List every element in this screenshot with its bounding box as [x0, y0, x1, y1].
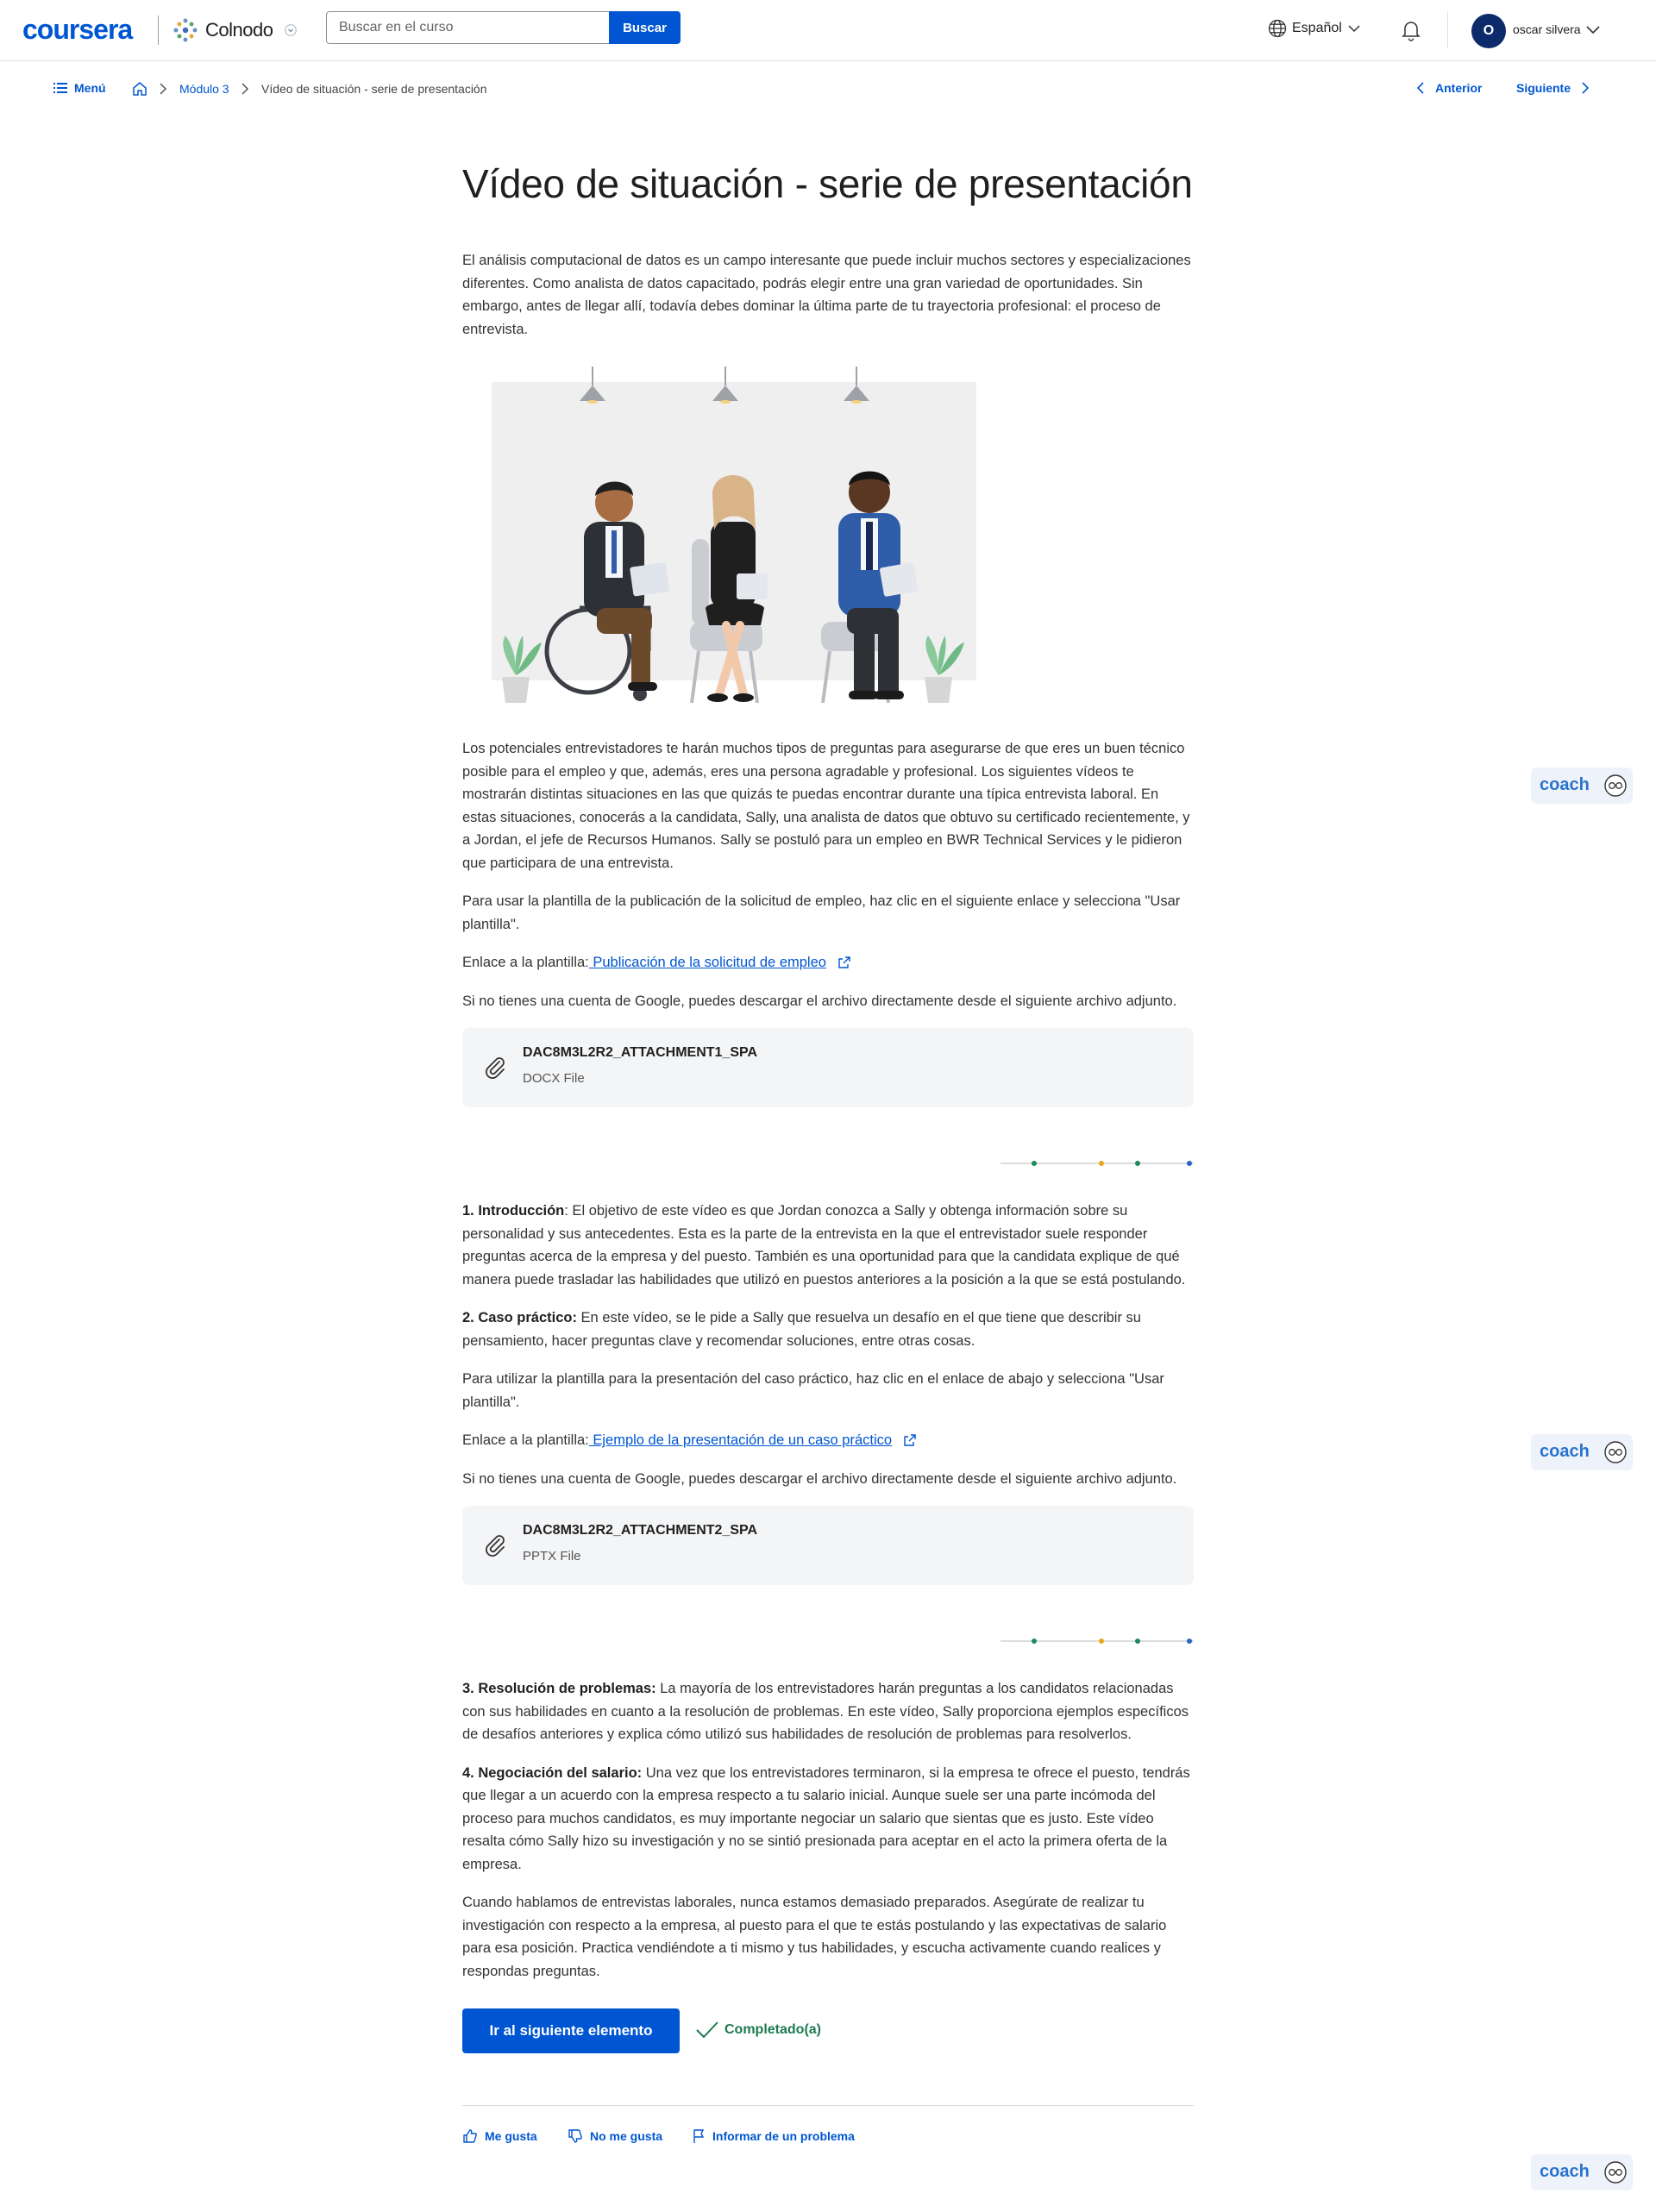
section-introduccion: 1. Introducción: El objetivo de este víd…: [462, 1200, 1194, 1291]
attachment-name: DAC8M3L2R2_ATTACHMENT2_SPA: [523, 1523, 758, 1538]
next-button[interactable]: Siguiente: [1516, 81, 1590, 95]
template-link-2-prefix: Enlace a la plantilla:: [462, 1432, 589, 1449]
download-note-1: Si no tienes una cuenta de Google, puede…: [462, 993, 1177, 1009]
coach-label: coach: [1540, 2162, 1590, 2181]
like-label: Me gusta: [485, 2129, 537, 2144]
interview-candidates-image: [492, 367, 987, 704]
top-header: coursera Colnodo Buscar Español O oscar …: [0, 0, 1656, 61]
coach-button[interactable]: coach: [1531, 768, 1633, 804]
template-link-1[interactable]: Publicación de la solicitud de empleo: [589, 955, 826, 970]
chevron-down-icon[interactable]: [1585, 23, 1601, 35]
next-label: Siguiente: [1516, 81, 1571, 95]
check-icon: [696, 2021, 718, 2039]
partner-name: Colnodo: [205, 19, 273, 41]
coursera-logo[interactable]: coursera: [22, 14, 133, 46]
section-text: : El objetivo de este vídeo es que Jorda…: [462, 1203, 1186, 1288]
thumbs-up-icon: [463, 2129, 477, 2143]
report-label: Informar de un problema: [712, 2129, 855, 2144]
external-link-icon: [903, 1434, 916, 1446]
template-link-2-row: Enlace a la plantilla: Ejemplo de la pre…: [462, 1429, 1194, 1452]
feedback-bar: Me gusta No me gusta Informar de un prob…: [462, 2125, 1194, 2159]
coach-label: coach: [1540, 1442, 1590, 1461]
coach-button[interactable]: coach: [1531, 1434, 1633, 1470]
paperclip-icon: [486, 1057, 505, 1080]
template-instructions-2: Para utilizar la plantilla para la prese…: [462, 1371, 1164, 1410]
attachment-type: PPTX File: [523, 1549, 581, 1564]
coach-glasses-icon: [1604, 1441, 1627, 1463]
section-label: 3. Resolución de problemas:: [462, 1681, 656, 1697]
attachment-card-1[interactable]: DAC8M3L2R2_ATTACHMENT1_SPA DOCX File: [462, 1028, 1194, 1108]
sub-navigation: Menú Módulo 3 Vídeo de situación - serie…: [0, 78, 1656, 102]
context-paragraph: Los potenciales entrevistadores te harán…: [462, 741, 1190, 871]
previous-label: Anterior: [1435, 81, 1483, 95]
list-menu-icon: [53, 83, 67, 93]
breadcrumb-module[interactable]: Módulo 3: [179, 82, 229, 96]
completion-actions: Ir al siguiente elemento Completado(a): [462, 2008, 1194, 2057]
interview-illustration: [476, 367, 987, 704]
chevron-down-icon: [1348, 25, 1360, 33]
section-divider: [1000, 1161, 1194, 1167]
chevron-right-icon: [160, 83, 167, 95]
menu-button[interactable]: Menú: [53, 81, 106, 95]
thumbs-down-icon: [568, 2129, 582, 2143]
intro-paragraph: El análisis computacional de datos es un…: [462, 253, 1191, 337]
template-instructions-1: Para usar la plantilla de la publicación…: [462, 893, 1181, 932]
page-title: Vídeo de situación - serie de presentaci…: [462, 161, 1193, 206]
search-button[interactable]: Buscar: [609, 11, 681, 44]
like-button[interactable]: Me gusta: [462, 2128, 537, 2144]
globe-icon: [1268, 19, 1287, 38]
search-input[interactable]: [326, 11, 610, 44]
chevron-left-icon: [1416, 82, 1424, 94]
logo-divider: [158, 16, 159, 45]
section-text: Una vez que los entrevistadores terminar…: [462, 1764, 1190, 1872]
colnodo-logo-icon: [173, 18, 198, 42]
partner-switcher[interactable]: Colnodo: [172, 16, 298, 45]
report-problem-button[interactable]: Informar de un problema: [692, 2128, 855, 2144]
completed-label: Completado(a): [724, 2022, 821, 2038]
attachment-card-2[interactable]: DAC8M3L2R2_ATTACHMENT2_SPA PPTX File: [462, 1506, 1194, 1586]
paperclip-icon: [486, 1535, 505, 1557]
coach-label: coach: [1540, 775, 1590, 794]
completed-status: Completado(a): [695, 2020, 821, 2040]
template-link-1-prefix: Enlace a la plantilla:: [462, 955, 589, 971]
user-name[interactable]: oscar silvera: [1513, 22, 1581, 36]
breadcrumb-current: Vídeo de situación - serie de presentaci…: [261, 82, 487, 96]
home-icon[interactable]: [131, 80, 148, 97]
chevron-right-icon: [1582, 82, 1590, 94]
language-label: Español: [1292, 21, 1342, 35]
go-to-next-item-button[interactable]: Ir al siguiente elemento: [462, 2008, 680, 2054]
dislike-button[interactable]: No me gusta: [568, 2128, 662, 2144]
section-label: 1. Introducción: [462, 1203, 565, 1219]
language-selector[interactable]: Español: [1268, 19, 1366, 38]
section-label: 4. Negociación del salario:: [462, 1764, 643, 1781]
dislike-label: No me gusta: [590, 2129, 663, 2144]
coach-glasses-icon: [1604, 2161, 1627, 2184]
flag-icon: [693, 2129, 705, 2144]
chevron-right-icon: [242, 83, 249, 95]
notifications-bell-icon[interactable]: [1399, 18, 1423, 42]
attachment-name: DAC8M3L2R2_ATTACHMENT1_SPA: [523, 1045, 758, 1061]
section-caso-practico: 2. Caso práctico: En este vídeo, se le p…: [462, 1307, 1194, 1352]
closing-paragraph: Cuando hablamos de entrevistas laborales…: [462, 1895, 1167, 1979]
template-link-2[interactable]: Ejemplo de la presentación de un caso pr…: [589, 1432, 892, 1448]
template-link-1-row: Enlace a la plantilla: Publicación de la…: [462, 951, 1194, 974]
section-resolucion-problemas: 3. Resolución de problemas: La mayoría d…: [462, 1677, 1194, 1746]
menu-label: Menú: [74, 81, 106, 95]
external-link-icon: [837, 956, 850, 968]
attachment-type: DOCX File: [523, 1071, 585, 1087]
avatar[interactable]: O: [1471, 14, 1506, 48]
previous-button[interactable]: Anterior: [1416, 81, 1482, 95]
section-label: 2. Caso práctico:: [462, 1310, 577, 1326]
coach-glasses-icon: [1604, 774, 1627, 797]
chevron-down-icon: [285, 24, 298, 36]
header-divider: [1447, 12, 1448, 48]
download-note-2: Si no tienes una cuenta de Google, puede…: [462, 1470, 1177, 1487]
section-divider: [1000, 1639, 1194, 1645]
reading-content: Vídeo de situación - serie de presentaci…: [462, 160, 1194, 2159]
coach-button[interactable]: coach: [1531, 2154, 1633, 2190]
section-negociacion-salario: 4. Negociación del salario: Una vez que …: [462, 1762, 1194, 1877]
feedback-divider: [462, 2105, 1194, 2107]
